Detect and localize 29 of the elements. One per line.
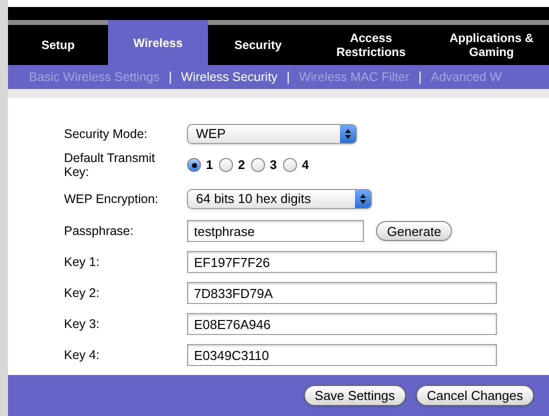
generate-button[interactable]: Generate (376, 221, 452, 241)
dropdown[interactable]: 64 bits 10 hex digits (187, 189, 372, 209)
field-label: Key 4: (64, 346, 100, 364)
input-field[interactable]: E0349C3110 (187, 344, 497, 366)
separator: | (286, 68, 290, 86)
separator: | (168, 68, 172, 86)
separator: | (418, 68, 422, 86)
save-button[interactable]: Save Settings (304, 385, 406, 406)
field-label: Default Transmit Key: (64, 151, 156, 179)
field-label: Key 1: (64, 254, 100, 271)
cancel-button[interactable]: Cancel Changes (416, 385, 534, 406)
stepper-icon (340, 125, 356, 143)
radio-option[interactable]: 3 (250, 156, 277, 174)
input-field[interactable]: 7D833FD79A (187, 282, 497, 304)
nav-tab[interactable]: Wireless (108, 20, 208, 65)
sub-tab[interactable]: Wireless Security (181, 68, 278, 86)
dropdown[interactable]: WEP (187, 124, 357, 144)
field-label: Security Mode: (64, 126, 148, 143)
input-field[interactable]: testphrase (187, 220, 364, 242)
radio-option[interactable]: 1 (187, 156, 213, 174)
stepper-icon (355, 190, 371, 208)
field-label: Passphrase: (64, 222, 134, 240)
field-label: WEP Encryption: (64, 190, 160, 208)
radio-option[interactable]: 2 (218, 156, 245, 174)
radio-option[interactable]: 4 (282, 156, 309, 174)
input-field[interactable]: E08E76A946 (187, 313, 497, 335)
field-label: Key 3: (64, 316, 100, 333)
field-label: Key 2: (64, 284, 100, 302)
input-field[interactable]: EF197F7F26 (187, 251, 497, 273)
